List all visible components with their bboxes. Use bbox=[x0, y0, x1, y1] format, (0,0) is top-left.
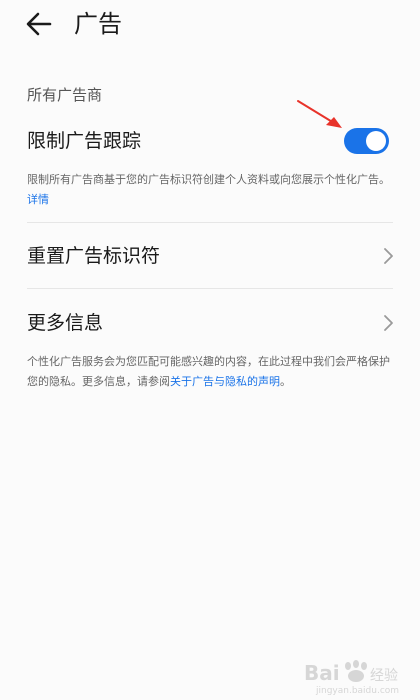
details-link[interactable]: 详情 bbox=[27, 193, 49, 206]
page-title: 广告 bbox=[74, 10, 122, 38]
watermark-logo-icon: Bai 经验 jingyan.baidu.com bbox=[304, 660, 399, 696]
limit-ad-tracking-toggle[interactable] bbox=[344, 128, 389, 154]
chevron-right-icon bbox=[384, 248, 393, 264]
limit-ad-tracking-description: 限制所有广告商基于您的广告标识符创建个人资料或向您展示个性化广告。详情 bbox=[27, 170, 393, 210]
top-bar: 广告 bbox=[0, 0, 420, 50]
description-text: 限制所有广告商基于您的广告标识符创建个人资料或向您展示个性化广告。 bbox=[27, 173, 390, 186]
annotation-arrow-icon bbox=[297, 100, 342, 128]
ads-privacy-statement-link[interactable]: 关于广告与隐私的声明 bbox=[170, 375, 280, 388]
limit-ad-tracking-title: 限制广告跟踪 bbox=[27, 130, 142, 152]
back-button[interactable] bbox=[24, 8, 56, 40]
section-label: 所有广告商 bbox=[27, 86, 103, 104]
reset-ad-identifier-row[interactable]: 重置广告标识符 bbox=[0, 222, 420, 288]
watermark-main-text: Bai bbox=[304, 661, 340, 685]
more-info-description: 个性化广告服务会为您匹配可能感兴趣的内容，在此过程中我们会严格保护您的隐私。更多… bbox=[27, 352, 393, 392]
back-arrow-icon bbox=[26, 12, 52, 36]
watermark-sub-text: 经验 bbox=[370, 668, 398, 684]
reset-ad-identifier-title: 重置广告标识符 bbox=[27, 245, 161, 267]
more-info-row[interactable]: 更多信息 bbox=[0, 288, 420, 354]
toggle-knob bbox=[366, 131, 386, 151]
description-end: 。 bbox=[280, 375, 291, 388]
more-info-title: 更多信息 bbox=[27, 312, 104, 334]
watermark-url: jingyan.baidu.com bbox=[315, 686, 399, 696]
chevron-right-icon bbox=[384, 315, 393, 331]
baidu-jingyan-watermark: Bai 经验 jingyan.baidu.com bbox=[302, 656, 402, 696]
